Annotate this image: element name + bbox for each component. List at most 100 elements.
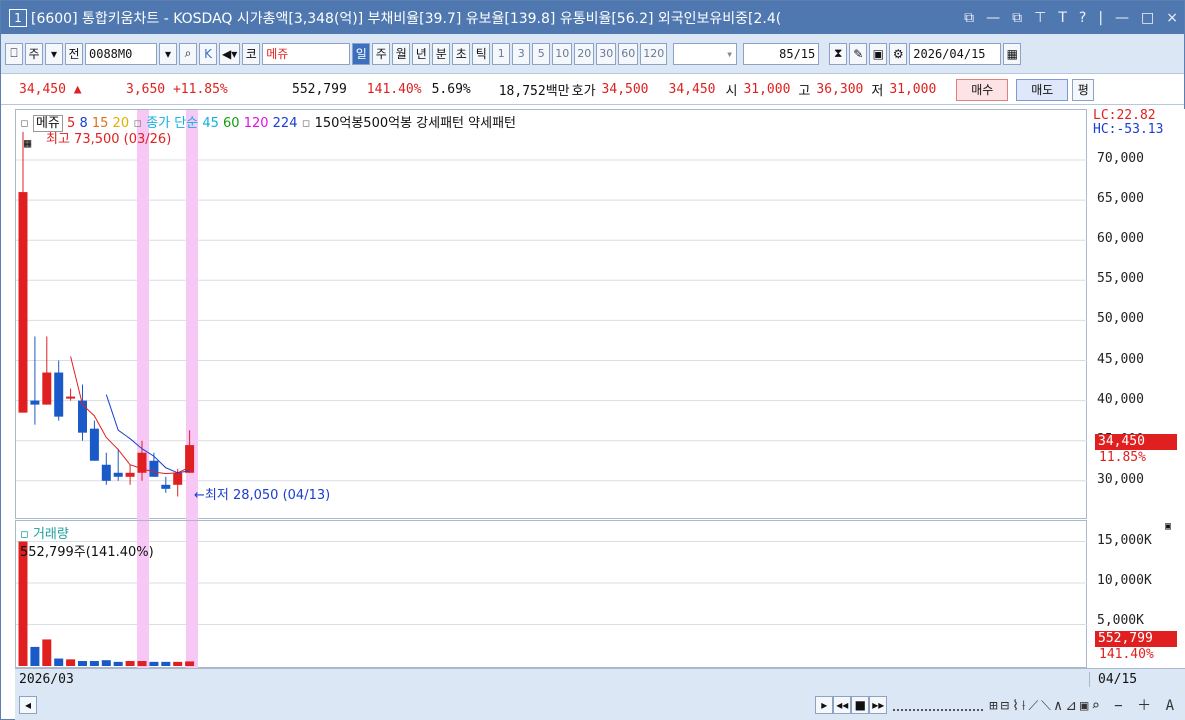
window-number: 1 bbox=[9, 8, 27, 27]
count-total: /15 bbox=[793, 46, 816, 61]
candle-body bbox=[78, 400, 87, 433]
volume-bar bbox=[89, 661, 99, 666]
zoom-slider[interactable] bbox=[893, 699, 984, 711]
market-button[interactable]: 코 bbox=[242, 42, 261, 65]
code-input[interactable]: 0088M0 bbox=[85, 42, 157, 65]
calendar-icon[interactable]: ▦ bbox=[24, 136, 31, 150]
legend-ma-60: 60 bbox=[223, 116, 240, 131]
pin-icon[interactable]: ⧉ bbox=[964, 10, 974, 26]
candle-body bbox=[101, 464, 111, 481]
low-label: 저 bbox=[871, 84, 884, 99]
drawing-tools-icons[interactable]: ⊞⊟⌇⟊⟋⟍∧⊿▣⌕ − ＋ A bbox=[989, 695, 1177, 715]
code-dropdown-icon[interactable]: ▾ bbox=[159, 42, 177, 65]
search-icon[interactable]: ⌕ bbox=[179, 42, 197, 65]
period-month[interactable]: 월 bbox=[392, 42, 411, 65]
hc-value: HC:-53.13 bbox=[1093, 122, 1164, 137]
type-button[interactable]: 주 bbox=[25, 42, 43, 65]
low-annotation: ←최저 28,050 (04/13) bbox=[194, 488, 331, 503]
volume-bar bbox=[185, 661, 195, 666]
period-week[interactable]: 주 bbox=[372, 42, 391, 65]
volume-bar bbox=[101, 660, 111, 666]
stock-name-field[interactable]: 메쥬 bbox=[262, 42, 351, 65]
interval-20[interactable]: 20 bbox=[574, 42, 595, 65]
calendar-icon[interactable]: ▦ bbox=[1003, 42, 1022, 65]
type-dropdown-icon[interactable]: ▾ bbox=[45, 42, 63, 65]
play-icon[interactable]: ▸ bbox=[815, 696, 834, 714]
volume-title-text: 거래량 bbox=[32, 527, 69, 542]
price-axis-label: 40,000 bbox=[1097, 391, 1144, 407]
volume-bar bbox=[173, 661, 183, 666]
period-minute[interactable]: 분 bbox=[432, 42, 451, 65]
volume-bar bbox=[161, 661, 171, 666]
forward-icon[interactable]: ▸▸ bbox=[869, 696, 888, 714]
period-tick[interactable]: 틱 bbox=[472, 42, 491, 65]
top-icon[interactable]: ⊤ bbox=[1034, 10, 1046, 26]
help-icon[interactable]: ? bbox=[1079, 10, 1086, 26]
sound-icon[interactable]: ◀▾ bbox=[219, 42, 241, 65]
k-button[interactable]: K bbox=[199, 42, 217, 65]
interval-1[interactable]: 1 bbox=[492, 42, 511, 65]
lc-value: LC:22.82 bbox=[1093, 108, 1156, 123]
hoga-label: 호가 bbox=[571, 84, 596, 99]
price-axis: LC:22.82 HC:-53.13 70,000 65,000 60,000 55,… bbox=[1087, 109, 1185, 668]
tile-icon[interactable]: ⧉ bbox=[1012, 10, 1022, 26]
collapse-icon[interactable]: ▣ bbox=[1165, 521, 1171, 532]
custom-interval-dropdown[interactable]: ▾ bbox=[673, 42, 738, 65]
interval-3[interactable]: 3 bbox=[512, 42, 531, 65]
candle-body bbox=[161, 484, 171, 489]
layout-icon[interactable]: ⎕ bbox=[5, 42, 23, 65]
minimize-link-icon[interactable]: — bbox=[986, 10, 1000, 26]
candle-body bbox=[173, 472, 183, 485]
low-price: 31,000 bbox=[889, 82, 937, 97]
count-input[interactable]: 85/15 bbox=[743, 42, 820, 65]
period-day[interactable]: 일 bbox=[352, 42, 371, 65]
scroll-left-icon[interactable]: ◂ bbox=[19, 696, 37, 714]
close-icon[interactable]: × bbox=[1166, 10, 1178, 26]
price-axis-label: 55,000 bbox=[1097, 271, 1144, 287]
price-axis-label: 50,000 bbox=[1097, 311, 1144, 327]
legend-ma-45: 45 bbox=[202, 116, 219, 131]
buy-button[interactable]: 매수 bbox=[956, 78, 1009, 101]
volume-bar bbox=[66, 659, 76, 666]
minimize-icon[interactable]: — bbox=[1115, 10, 1129, 26]
font-icon[interactable]: T bbox=[1058, 10, 1067, 26]
sell-button[interactable]: 매도 bbox=[1016, 78, 1069, 101]
candle-body bbox=[149, 460, 159, 477]
open-price: 31,000 bbox=[743, 82, 791, 97]
price-axis-label: 65,000 bbox=[1097, 191, 1144, 207]
vol-axis-5000k: 5,000K bbox=[1097, 613, 1144, 628]
date-left: 2026/03 bbox=[19, 672, 74, 687]
interval-60[interactable]: 60 bbox=[618, 42, 639, 65]
stop-icon[interactable]: ■ bbox=[851, 696, 870, 714]
candle-body bbox=[125, 472, 135, 477]
volume-chart[interactable]: ▫ 거래량 552,799주(141.40%) bbox=[15, 520, 1088, 669]
gear-icon[interactable]: ⚙ bbox=[889, 42, 908, 65]
draw-icon[interactable]: ✎ bbox=[849, 42, 868, 65]
period-second[interactable]: 초 bbox=[452, 42, 471, 65]
price-axis-label: 60,000 bbox=[1097, 231, 1144, 247]
legend-ma-120: 120 bbox=[243, 116, 269, 131]
low-annotation-text: 최저 28,050 (04/13) bbox=[204, 488, 331, 503]
all-button[interactable]: 전 bbox=[65, 42, 83, 65]
price-chart[interactable]: ▫ 메쥬 5 8 15 20 ▫ 종가 단순 45 60 120 224 ▫ 1… bbox=[15, 109, 1088, 520]
date-input[interactable]: 2026/04/15 bbox=[909, 42, 1002, 65]
count-value: 85 bbox=[779, 46, 794, 61]
rewind-icon[interactable]: ◂◂ bbox=[833, 696, 852, 714]
interval-10[interactable]: 10 bbox=[552, 42, 573, 65]
quote-bar: 34,450 ▲ 3,650 +11.85% 552,799 141.40% 5… bbox=[1, 75, 1184, 105]
avg-button[interactable]: 평 bbox=[1072, 78, 1095, 101]
interval-5[interactable]: 5 bbox=[532, 42, 551, 65]
separator: | bbox=[1098, 9, 1104, 26]
maximize-icon[interactable]: □ bbox=[1141, 10, 1154, 26]
window-title: [6600] 통합키움차트 - KOSDAQ 시가총액[3,348(억)] 부채… bbox=[31, 10, 782, 27]
current-volume-pct: 141.40% bbox=[1099, 647, 1154, 662]
save-icon[interactable]: ▣ bbox=[869, 42, 888, 65]
current-price: 34,450 ▲ bbox=[19, 82, 82, 97]
interval-120[interactable]: 120 bbox=[640, 42, 668, 65]
period-year[interactable]: 년 bbox=[412, 42, 431, 65]
volume-bar bbox=[54, 658, 64, 666]
volume-bar bbox=[30, 646, 40, 666]
compare-icon[interactable]: ⧗ bbox=[829, 42, 848, 65]
interval-30[interactable]: 30 bbox=[596, 42, 617, 65]
volume-title: ▫ 거래량 bbox=[20, 527, 69, 542]
